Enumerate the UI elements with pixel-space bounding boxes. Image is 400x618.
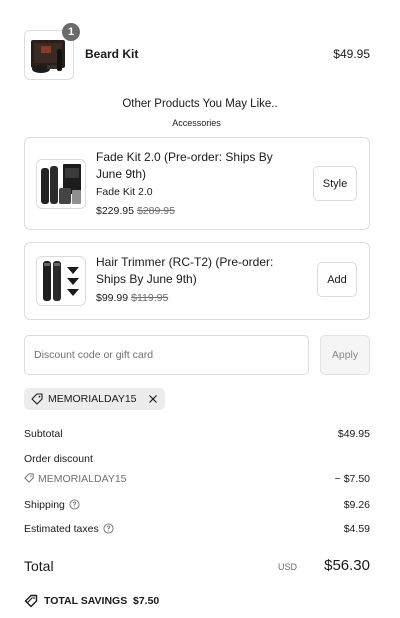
compare-at-price: $119.95 [131, 292, 169, 304]
style-button[interactable]: Style [313, 166, 357, 201]
hair-trimmer-thumbnail [36, 256, 86, 306]
order-discount-row: Order discount [24, 453, 370, 467]
savings-label: TOTAL SAVINGS [44, 595, 128, 607]
sale-price: $99.99 [96, 292, 129, 304]
tag-icon [31, 393, 43, 405]
shipping-row: Shipping $9.26 [24, 499, 370, 513]
product-title: Hair Trimmer (RC-T2) (Pre-order: Ships B… [96, 255, 274, 286]
upsell-subheading: Accessories [172, 118, 221, 128]
cart-item-price: $49.95 [333, 47, 370, 61]
applied-discount-tag: MEMORIALDAY15 [24, 388, 165, 410]
upsell-heading: Other Products You May Like.. [122, 98, 278, 110]
upsell-card-hair-trimmer: Hair Trimmer (RC-T2) (Pre-order: Ships B… [24, 242, 370, 320]
taxes-row: Estimated taxes $4.59 [24, 523, 370, 537]
discount-code-label: MEMORIALDAY15 [38, 473, 127, 485]
cart-item-title: Beard Kit [85, 47, 139, 61]
fade-kit-image [41, 164, 81, 204]
beard-kit-thumbnail: 1 [24, 23, 80, 80]
product-title: Fade Kit 2.0 (Pre-order: Ships By June 9… [96, 150, 273, 181]
info-icon[interactable] [103, 523, 114, 534]
taxes-label: Estimated taxes [24, 523, 99, 535]
discount-code-row: MEMORIALDAY15 − $7.50 [24, 473, 370, 487]
savings-amount: $7.50 [133, 595, 160, 607]
add-button[interactable]: Add [317, 262, 357, 297]
shipping-value: $9.26 [343, 499, 370, 511]
tag-icon [24, 473, 34, 483]
subtotal-row: Subtotal $49.95 [24, 428, 370, 442]
taxes-value: $4.59 [343, 523, 370, 535]
hair-trimmer-image [43, 261, 79, 301]
applied-discount-code: MEMORIALDAY15 [48, 393, 137, 405]
shipping-label: Shipping [24, 499, 65, 511]
product-variant: Fade Kit 2.0 [96, 186, 153, 198]
fade-kit-thumbnail [36, 159, 86, 209]
close-icon[interactable] [146, 392, 160, 406]
product-price: $99.99 $119.95 [96, 292, 168, 304]
total-amount: $56.30 [324, 557, 370, 574]
cart-line-item: 1 Beard Kit $49.95 [24, 23, 370, 80]
apply-button[interactable]: Apply [320, 335, 370, 375]
subtotal-label: Subtotal [24, 428, 63, 440]
quantity-badge: 1 [62, 23, 80, 41]
order-discount-label: Order discount [24, 453, 93, 465]
compare-at-price: $289.95 [136, 205, 175, 217]
total-row: Total USD $56.30 [24, 557, 370, 577]
total-label: Total [24, 558, 54, 574]
sale-price: $229.95 [96, 205, 134, 217]
savings-tag-icon [24, 594, 38, 608]
currency-code: USD [277, 562, 297, 572]
info-icon[interactable] [69, 499, 80, 510]
product-price: $229.95 $289.95 [96, 205, 175, 217]
discount-code-input[interactable] [24, 335, 309, 375]
discount-value: − $7.50 [334, 473, 370, 485]
subtotal-value: $49.95 [337, 428, 370, 440]
upsell-card-fade-kit: Fade Kit 2.0 (Pre-order: Ships By June 9… [24, 137, 370, 230]
